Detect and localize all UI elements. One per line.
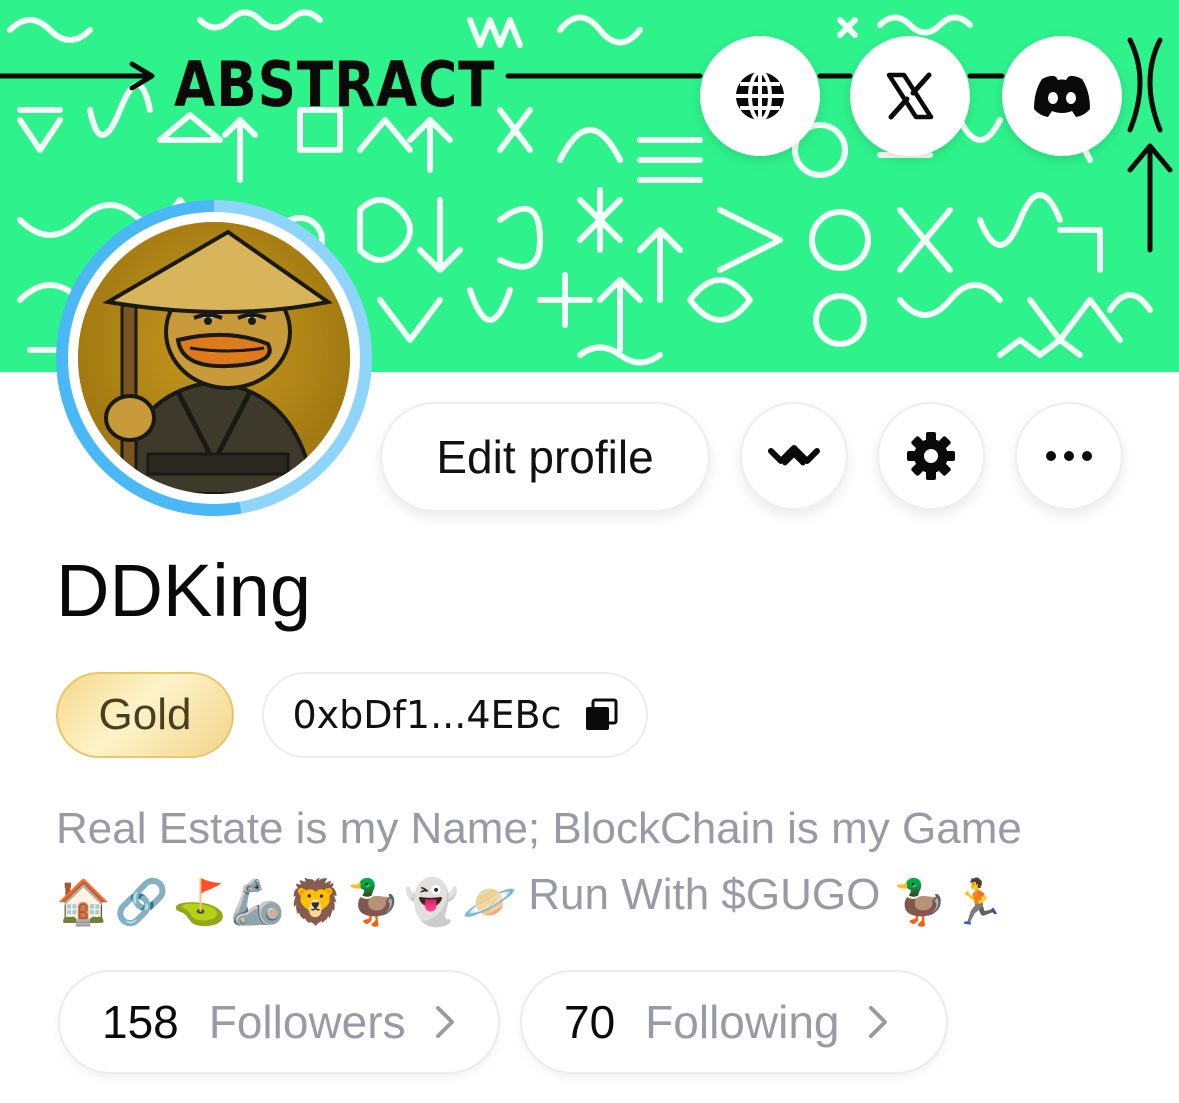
emoji-runner: 🏃: [950, 878, 1006, 928]
bio-emojis: 🏠 🔗 ⛳ 🦾 🦁 🦆 👻 🪐: [56, 870, 517, 928]
bio-line-1: Real Estate is my Name; BlockChain is my…: [56, 804, 1022, 853]
bio-text-2: Run With $GUGO: [528, 870, 881, 919]
avatar[interactable]: [56, 200, 372, 516]
emoji-ghost: 👻: [404, 878, 459, 928]
ellipsis-icon: [1046, 451, 1092, 461]
emoji-house: 🏠: [56, 878, 111, 928]
wallet-address-button[interactable]: 0xbDf1...4EBc: [262, 672, 648, 758]
chevron-right-icon: [869, 1006, 888, 1038]
avatar-image: [78, 222, 350, 494]
following-button[interactable]: 70 Following: [520, 970, 948, 1074]
followers-button[interactable]: 158 Followers: [58, 970, 500, 1074]
banner-brand-text: ABSTRACT: [174, 48, 496, 121]
discord-link-button[interactable]: [1002, 36, 1122, 156]
chevron-right-icon: [435, 1006, 454, 1038]
emoji-duck: 🦆: [346, 878, 401, 928]
emoji-golf-flag: ⛳: [172, 878, 227, 928]
website-link-button[interactable]: [700, 36, 820, 156]
bio-line-2: 🏠 🔗 ⛳ 🦾 🦁 🦆 👻 🪐 Run With $GUGO 🦆 🏃: [56, 862, 1156, 928]
wallet-address-text: 0xbDf1...4EBc: [292, 693, 562, 737]
followers-label: Followers: [208, 996, 406, 1048]
x-link-button[interactable]: [850, 36, 970, 156]
following-label: Following: [645, 996, 840, 1048]
globe-icon: [736, 70, 784, 122]
profile-bio: Real Estate is my Name; BlockChain is my…: [56, 796, 1156, 928]
walletconnect-button[interactable]: [740, 402, 848, 510]
bio-emojis-end: 🦆 🏃: [892, 870, 1006, 928]
tier-badge: Gold: [56, 672, 234, 758]
following-count: 70: [564, 996, 616, 1048]
gear-icon: [907, 432, 955, 480]
followers-count: 158: [102, 996, 179, 1048]
walletconnect-icon: [768, 445, 820, 466]
username: DDKing: [56, 549, 311, 632]
discord-icon: [1034, 75, 1090, 117]
emoji-mechanical-arm: 🦾: [230, 878, 285, 928]
more-options-button[interactable]: [1015, 402, 1123, 510]
emoji-duck: 🦆: [892, 878, 948, 928]
x-logo-icon: [886, 72, 934, 120]
edit-profile-button[interactable]: Edit profile: [380, 402, 710, 512]
settings-button[interactable]: [877, 402, 985, 510]
emoji-link: 🔗: [114, 878, 169, 928]
copy-icon: [585, 698, 617, 730]
emoji-planet: 🪐: [462, 878, 517, 928]
emoji-lion: 🦁: [288, 878, 343, 928]
